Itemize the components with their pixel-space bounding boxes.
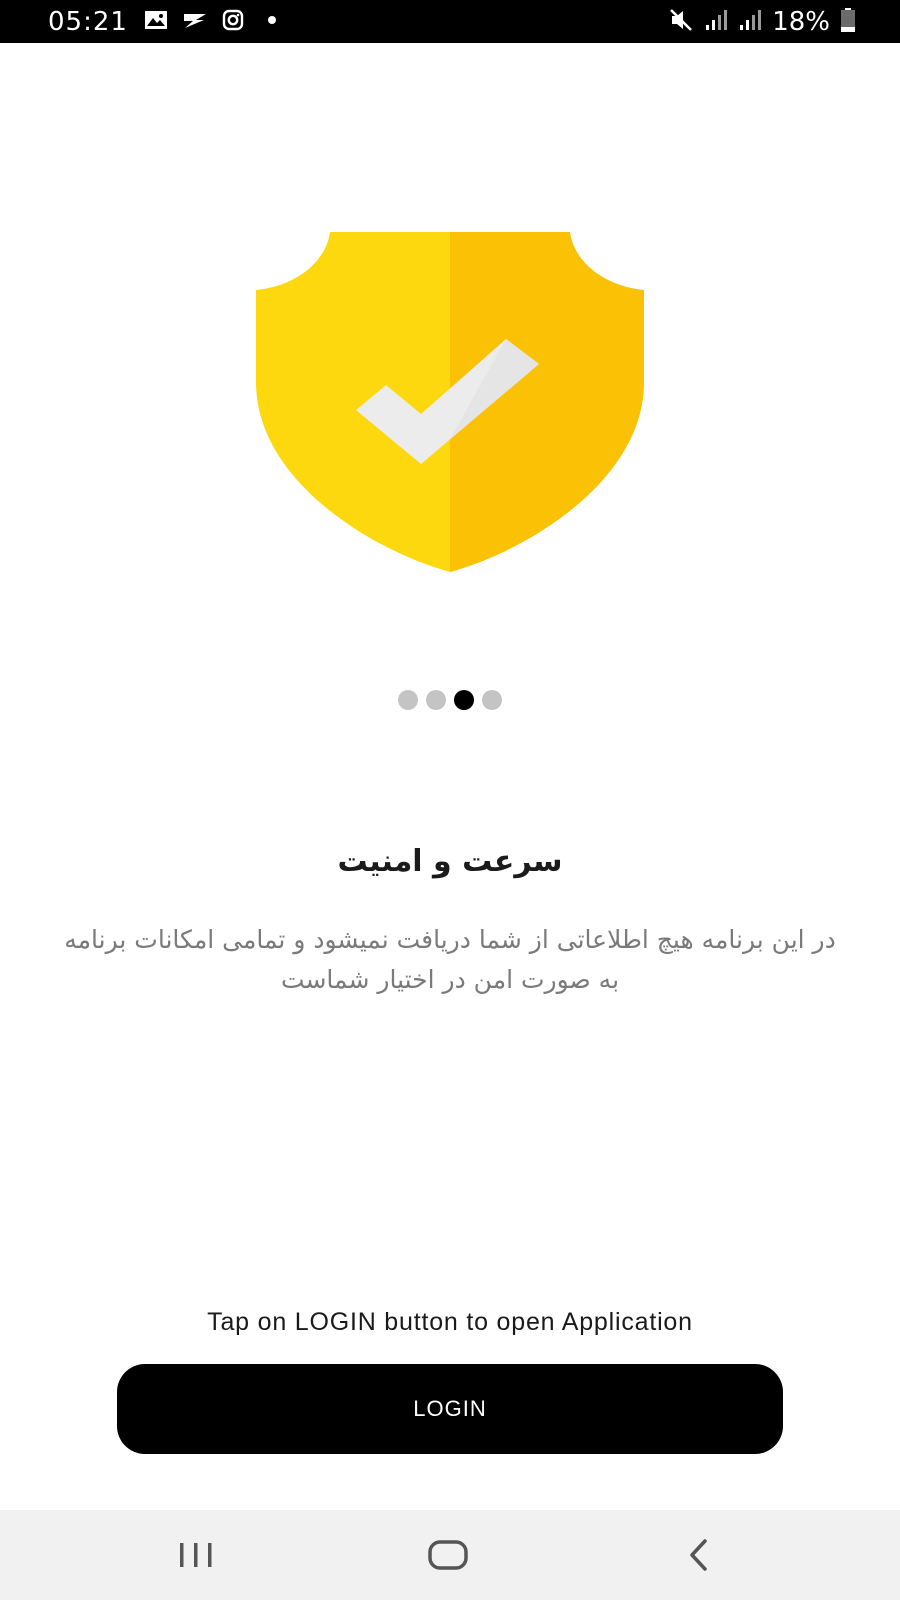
back-icon [690,1539,707,1571]
signal-icon [704,8,728,36]
page-dot[interactable] [426,690,446,710]
signal-icon [738,8,762,36]
navigation-bar [0,1510,900,1600]
instagram-icon [222,9,244,35]
gallery-icon [144,10,168,34]
battery-percent: 18% [772,7,830,37]
status-time: 05:21 [48,7,128,37]
home-button[interactable] [408,1530,488,1580]
flash-icon [182,10,208,34]
mute-icon [668,7,694,37]
recent-apps-icon [180,1543,212,1567]
back-button[interactable] [660,1530,740,1580]
onboarding-title: سرعت و امنیت [337,844,563,879]
onboarding-description: در این برنامه هیچ اطلاعاتی از شما دریافت… [64,925,836,994]
shield-check-icon [256,232,644,572]
dot-icon [258,9,280,35]
page-dot[interactable] [398,690,418,710]
battery-icon [840,7,856,37]
login-hint: Tap on LOGIN button to open Application [207,1308,693,1336]
login-button-label: LOGIN [413,1396,487,1421]
page-indicator [0,690,900,710]
notification-icons [144,9,280,35]
page-dot-active[interactable] [454,690,474,710]
recent-apps-button[interactable] [156,1530,236,1580]
system-icons: 18% [668,4,856,40]
login-button[interactable]: LOGIN [117,1364,783,1454]
onboarding-screen: 05:21 18% سرعت و امنیت در این برنامه هیچ… [0,0,900,1600]
home-icon [428,1540,468,1570]
status-bar: 05:21 18% [0,0,900,43]
page-dot[interactable] [482,690,502,710]
